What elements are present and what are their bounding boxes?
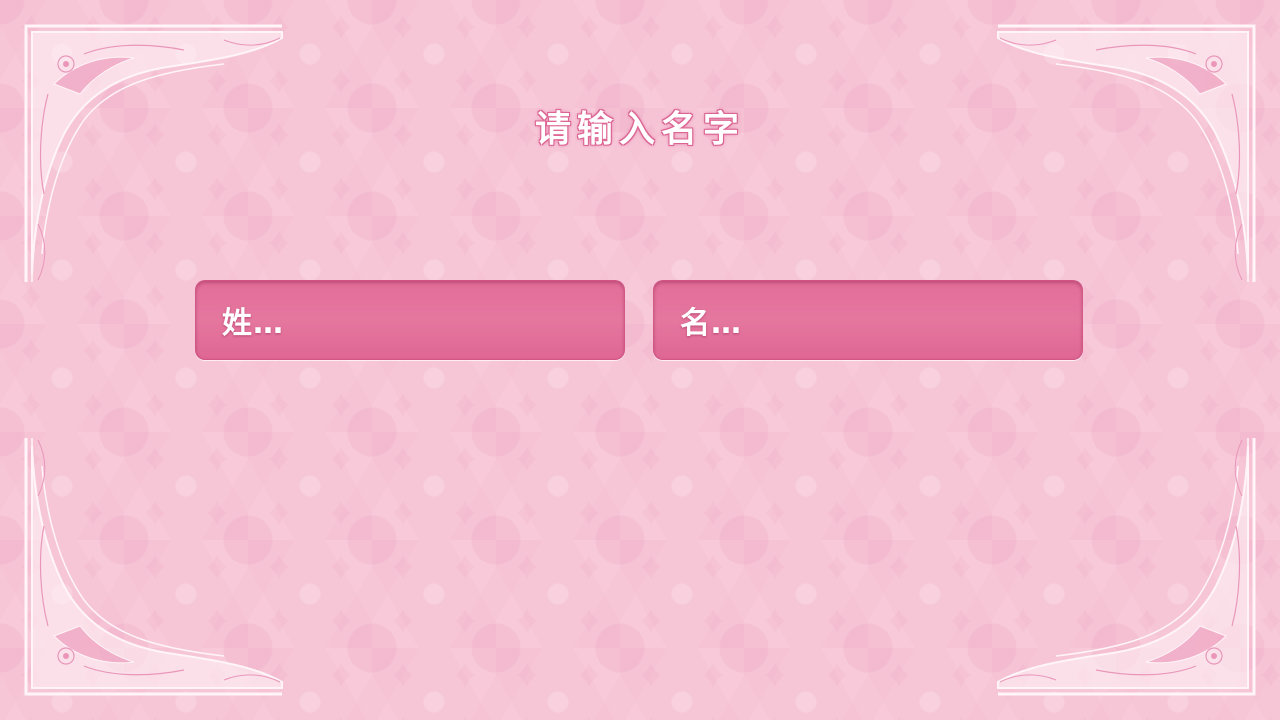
lace-frame-corner-icon: [24, 438, 283, 696]
given-name-input[interactable]: 名…: [653, 280, 1083, 360]
given-name-placeholder: 名…: [680, 306, 742, 341]
lace-frame-corner-icon: [997, 438, 1256, 696]
lace-frame-corner-icon: [24, 24, 283, 282]
lace-frame-corner-icon: [997, 24, 1256, 282]
surname-placeholder: 姓…: [222, 306, 284, 341]
surname-input[interactable]: 姓…: [195, 280, 625, 360]
page-title: 请输入名字: [534, 109, 745, 150]
